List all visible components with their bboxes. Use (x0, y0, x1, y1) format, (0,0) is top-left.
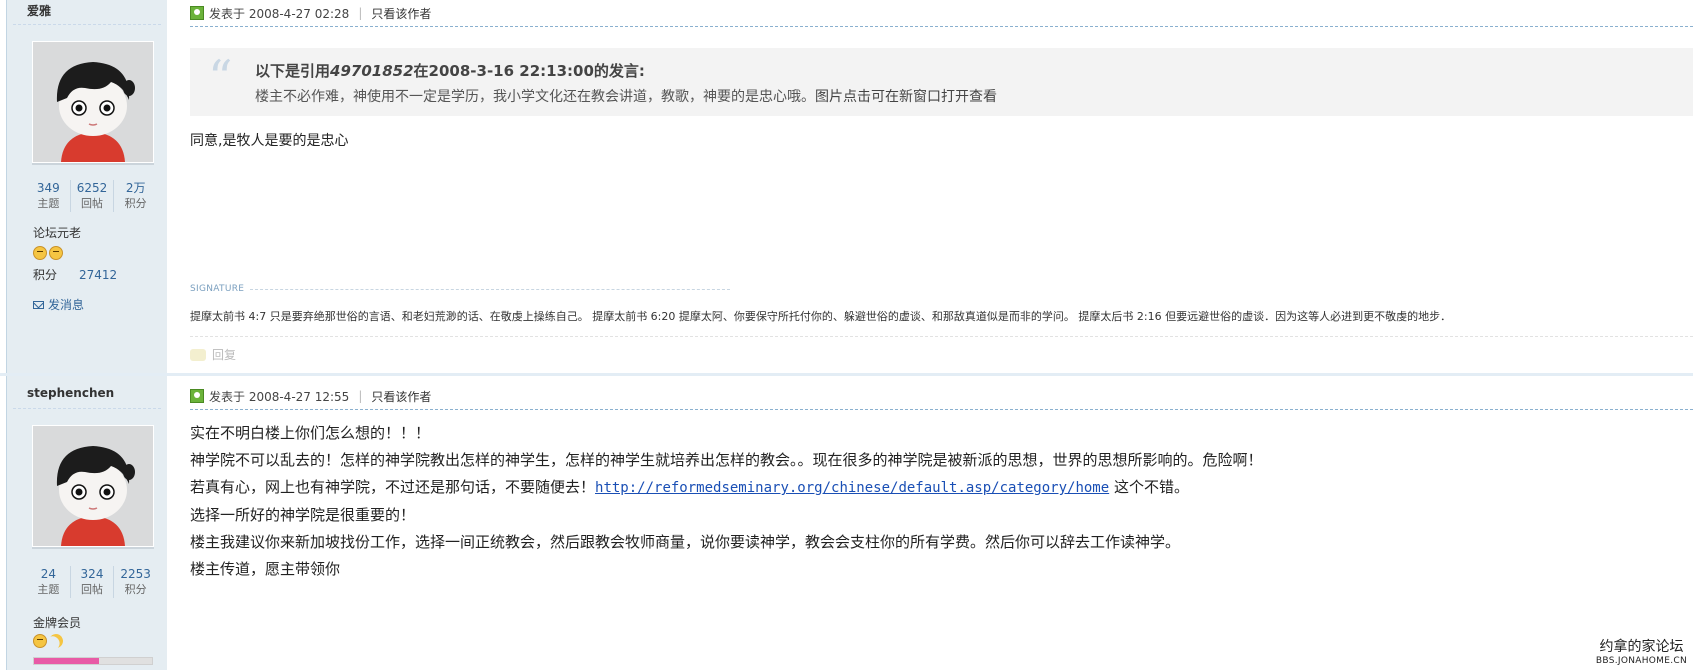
text-line: 楼主我建议你来新加坡找份工作，选择一间正统教会，然后跟教会牧师商量，说你要读神学… (190, 533, 1181, 551)
stat-topics[interactable]: 349 主题 (27, 180, 70, 212)
quote-body: 楼主不必作难，神使用不一定是学历，我小学文化还在教会讲道，教歌，神要的是忠心哦。… (255, 89, 997, 105)
quoted-user: 49701852 (330, 62, 414, 80)
divider (250, 288, 731, 290)
online-status-icon (190, 389, 204, 403)
envelope-icon (33, 300, 44, 309)
rank-icons (33, 246, 63, 260)
sun-face-icon (33, 634, 47, 648)
signature-text: 提摩太前书 4:7 只是要弃绝那世俗的言语、和老妇荒渺的话、在敬虔上操练自己。 … (190, 310, 1452, 323)
author-sidebar: stephenchen 24 主题 324 回帖 2253 积分 金牌会员 (6, 376, 167, 670)
stat-label: 积分 (124, 197, 147, 210)
reply-icon (190, 348, 206, 361)
stat-label: 主题 (37, 583, 60, 596)
user-rank: 论坛元老 (33, 226, 82, 240)
reply-label: 回复 (212, 348, 237, 362)
signature-label: SIGNATURE (190, 284, 245, 294)
text-line: 实在不明白楼上你们怎么想的！！！ (190, 424, 431, 442)
stat-label: 回帖 (81, 197, 103, 210)
broken-image-link[interactable]: 图片点击可在新窗口打开查看 (815, 89, 997, 105)
credit-value: 27412 (79, 268, 118, 282)
text-line: 若真有心，网上也有神学院，不过还是那句话，不要随便去！http://reform… (190, 478, 1189, 496)
stat-value: 2万 (125, 181, 146, 195)
moon-icon (47, 632, 65, 650)
divider (190, 336, 1693, 337)
stat-topics[interactable]: 24 主题 (27, 566, 70, 598)
sun-face-icon (33, 246, 47, 260)
only-author-link[interactable]: 只看该作者 (371, 5, 431, 22)
post-body: 实在不明白楼上你们怎么想的！！！ 神学院不可以乱去的！怎样的神学院教出怎样的神学… (190, 420, 1263, 583)
stat-value: 6252 (76, 181, 108, 195)
stat-value: 2253 (120, 567, 151, 581)
credit-label: 积分 (33, 268, 58, 282)
text-line: 楼主传道，愿主带领你 (190, 560, 341, 578)
progress-fill (34, 658, 99, 664)
stat-label: 主题 (37, 197, 60, 210)
quote-header: 以下是引用49701852在2008-3-16 22:13:00的发言: (255, 62, 645, 80)
avatar[interactable] (33, 42, 153, 162)
post-2: stephenchen 24 主题 324 回帖 2253 积分 金牌会员 发表… (0, 373, 1693, 670)
user-stats: 24 主题 324 回帖 2253 积分 (27, 566, 157, 598)
author-name[interactable]: 爱雅 (27, 2, 51, 19)
watermark: 约拿的家论坛 BBS.JONAHOME.CN (1596, 636, 1687, 666)
text-line: 选择一所好的神学院是很重要的！ (190, 506, 416, 524)
stat-replies[interactable]: 324 回帖 (69, 566, 114, 598)
seminary-link[interactable]: http://reformedseminary.org/chinese/defa… (595, 480, 1109, 496)
post-header: 发表于 2008-4-27 12:55 | 只看该作者 (190, 383, 1693, 410)
text-line: 神学院不可以乱去的！怎样的神学院教出怎样的神学生，怎样的神学生就培养出怎样的教会… (190, 451, 1263, 469)
stat-label: 回帖 (81, 583, 103, 596)
sun-face-icon (49, 246, 63, 260)
credit-row: 积分 27412 (33, 266, 117, 283)
stat-value: 24 (40, 567, 56, 581)
post-header: 发表于 2008-4-27 02:28 | 只看该作者 (190, 0, 1693, 27)
stat-label: 积分 (124, 583, 147, 596)
author-sidebar: 爱雅 349 主题 6252 回帖 2万 积分 论坛元老 积分 27412 发消… (6, 0, 167, 373)
divider (13, 24, 161, 25)
stat-replies[interactable]: 6252 回帖 (69, 180, 114, 212)
stat-credits[interactable]: 2万 积分 (113, 180, 157, 212)
author-name[interactable]: stephenchen (27, 386, 114, 400)
post-1: 爱雅 349 主题 6252 回帖 2万 积分 论坛元老 积分 27412 发消… (0, 0, 1693, 373)
post-content: 发表于 2008-4-27 02:28 | 只看该作者 “ 以下是引用49701… (190, 0, 1693, 373)
post-content: 发表于 2008-4-27 12:55 | 只看该作者 实在不明白楼上你们怎么想… (190, 376, 1693, 670)
user-stats: 349 主题 6252 回帖 2万 积分 (27, 180, 157, 212)
watermark-title: 约拿的家论坛 (1599, 639, 1684, 655)
separator: | (358, 389, 363, 403)
reply-button[interactable]: 回复 (190, 346, 236, 363)
post-body: 同意,是牧人是要的是忠心 (190, 133, 349, 149)
online-status-icon (190, 6, 204, 20)
stat-credits[interactable]: 2253 积分 (113, 566, 157, 598)
send-message-link[interactable]: 发消息 (33, 296, 84, 313)
user-rank: 金牌会员 (33, 616, 82, 630)
post-time: 发表于 2008-4-27 12:55 (209, 389, 350, 404)
separator: | (358, 6, 363, 20)
rank-progress-bar (33, 657, 153, 665)
watermark-url: BBS.JONAHOME.CN (1595, 656, 1687, 666)
quote-mark-icon: “ (208, 50, 233, 106)
post-time: 发表于 2008-4-27 02:28 (209, 6, 350, 21)
send-message-label: 发消息 (48, 298, 85, 312)
rank-icons (33, 634, 63, 648)
divider (13, 408, 161, 409)
quote-date: 2008-3-16 22:13:00 (428, 62, 594, 80)
stat-value: 324 (80, 567, 104, 581)
stat-value: 349 (36, 181, 60, 195)
signature-header: SIGNATURE (190, 284, 731, 294)
avatar[interactable] (33, 426, 153, 546)
only-author-link[interactable]: 只看该作者 (371, 388, 431, 405)
quote-block: “ 以下是引用49701852在2008-3-16 22:13:00的发言: 楼… (190, 48, 1693, 116)
